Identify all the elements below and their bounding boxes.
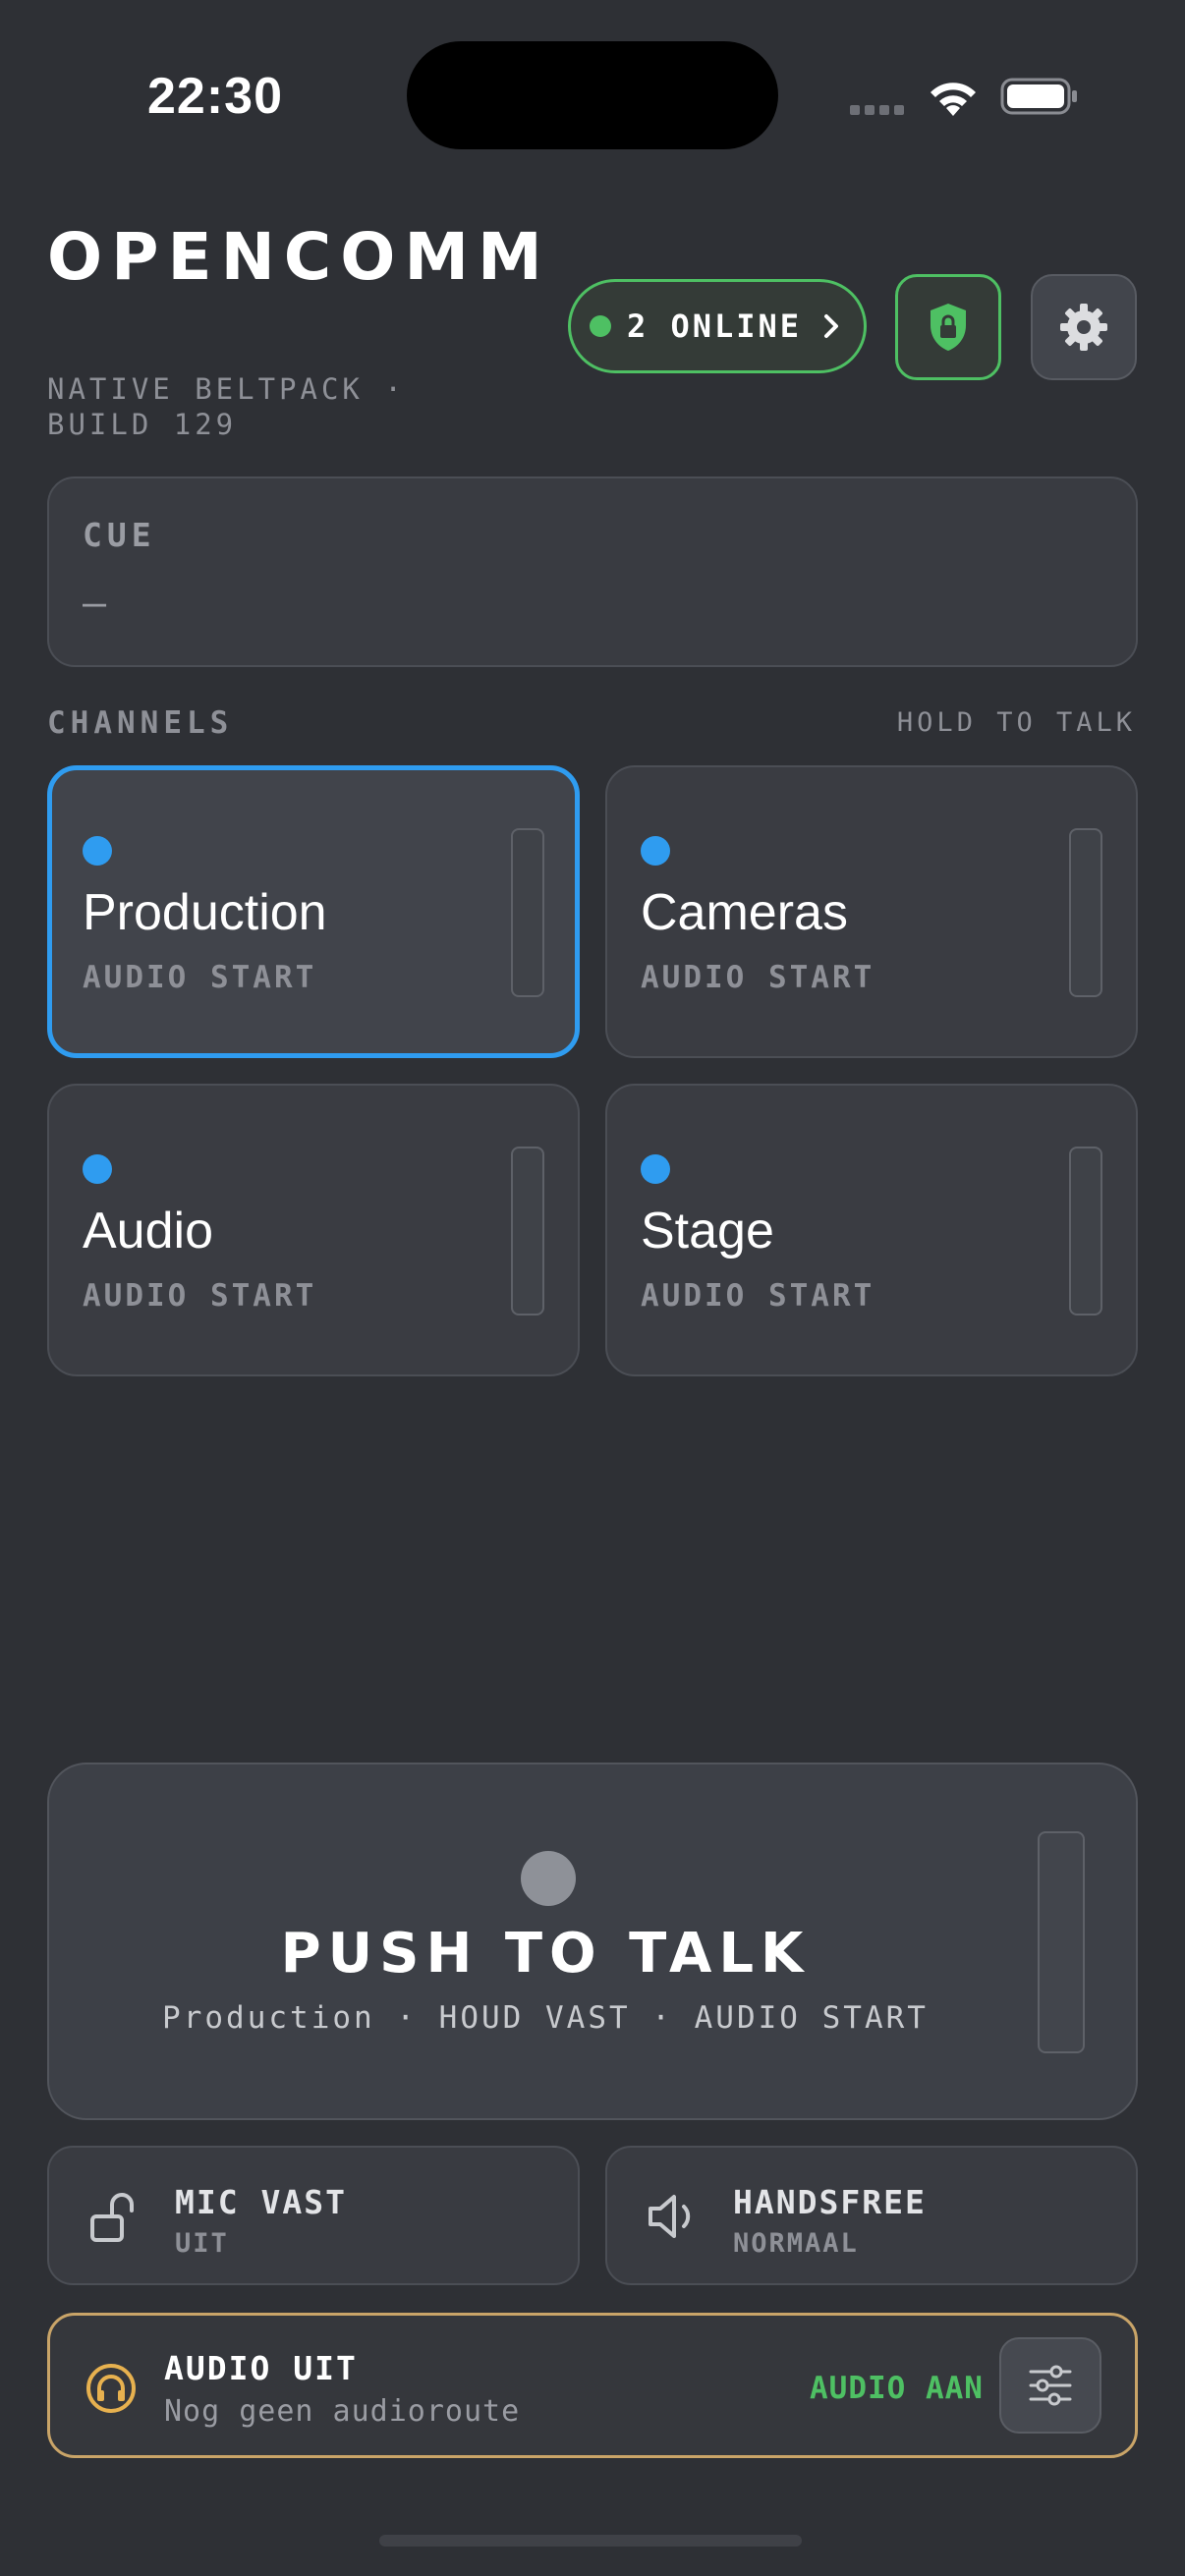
home-indicator[interactable] bbox=[379, 2535, 802, 2547]
channel-status: AUDIO START bbox=[83, 1278, 317, 1314]
mic-latch-value: UIT bbox=[175, 2228, 229, 2259]
dynamic-island bbox=[407, 41, 778, 149]
channel-status-dot bbox=[641, 1154, 670, 1184]
channel-status-dot bbox=[83, 836, 112, 866]
mic-latch-toggle[interactable]: MIC VAST UIT bbox=[47, 2146, 580, 2285]
channel-card-audio[interactable]: Audio AUDIO START bbox=[47, 1084, 580, 1376]
mic-latch-title: MIC VAST bbox=[175, 2183, 347, 2221]
headphones-icon bbox=[86, 2364, 136, 2413]
channels-heading: CHANNELS bbox=[47, 705, 234, 741]
push-to-talk-button[interactable]: PUSH TO TALK Production · HOUD VAST · AU… bbox=[47, 1763, 1138, 2120]
channel-name: Cameras bbox=[641, 884, 848, 941]
build-subtitle: NATIVE BELTPACK · BUILD 129 bbox=[47, 372, 406, 441]
security-button[interactable] bbox=[895, 274, 1001, 380]
gear-icon bbox=[1060, 304, 1107, 351]
ptt-indicator-dot bbox=[521, 1851, 576, 1906]
online-peers-button[interactable]: 2 ONLINE bbox=[568, 279, 867, 373]
ptt-title: PUSH TO TALK bbox=[280, 1922, 811, 1986]
channel-card-production[interactable]: Production AUDIO START bbox=[47, 765, 580, 1058]
shield-lock-icon bbox=[931, 304, 966, 351]
channel-level-meter bbox=[1069, 1147, 1102, 1316]
handsfree-title: HANDSFREE bbox=[733, 2183, 927, 2221]
audio-route-subtitle: Nog geen audioroute bbox=[164, 2394, 521, 2429]
audio-settings-button[interactable] bbox=[999, 2337, 1101, 2434]
channel-name: Stage bbox=[641, 1203, 774, 1260]
settings-button[interactable] bbox=[1031, 274, 1137, 380]
channel-status: AUDIO START bbox=[641, 960, 875, 995]
ptt-level-meter bbox=[1038, 1831, 1085, 2053]
cue-label: CUE bbox=[83, 516, 156, 554]
channel-level-meter bbox=[511, 1147, 544, 1316]
cellular-signal-icon bbox=[850, 102, 909, 120]
chevron-right-icon bbox=[824, 314, 839, 338]
audio-on-button[interactable]: AUDIO AAN bbox=[810, 2371, 984, 2406]
handsfree-value: NORMAAL bbox=[733, 2228, 859, 2259]
channel-status-dot bbox=[641, 836, 670, 866]
audio-status-title: AUDIO UIT bbox=[164, 2349, 358, 2387]
channel-status: AUDIO START bbox=[641, 1278, 875, 1314]
app-title: OPENCOMM bbox=[47, 219, 551, 295]
channel-level-meter bbox=[1069, 828, 1102, 997]
channel-level-meter bbox=[511, 828, 544, 997]
handsfree-toggle[interactable]: HANDSFREE NORMAAL bbox=[605, 2146, 1138, 2285]
channel-name: Audio bbox=[83, 1203, 213, 1260]
channel-card-cameras[interactable]: Cameras AUDIO START bbox=[605, 765, 1138, 1058]
speaker-icon bbox=[649, 2195, 691, 2238]
channel-status: AUDIO START bbox=[83, 960, 317, 995]
ptt-subtitle: Production · HOUD VAST · AUDIO START bbox=[162, 2000, 929, 2036]
audio-route-panel: AUDIO UIT Nog geen audioroute AUDIO AAN bbox=[47, 2313, 1138, 2458]
hold-to-talk-hint: HOLD TO TALK bbox=[896, 707, 1136, 738]
sliders-icon bbox=[1029, 2365, 1072, 2406]
status-time: 22:30 bbox=[147, 68, 283, 125]
battery-icon bbox=[1000, 78, 1077, 115]
cue-value: — bbox=[83, 581, 107, 626]
online-count-label: 2 ONLINE bbox=[626, 308, 803, 345]
wifi-icon bbox=[931, 83, 976, 116]
channel-name: Production bbox=[83, 884, 327, 941]
cue-panel: CUE — bbox=[47, 476, 1138, 667]
online-status-dot bbox=[589, 315, 611, 337]
channel-card-stage[interactable]: Stage AUDIO START bbox=[605, 1084, 1138, 1376]
unlock-icon bbox=[90, 2193, 134, 2242]
channel-status-dot bbox=[83, 1154, 112, 1184]
